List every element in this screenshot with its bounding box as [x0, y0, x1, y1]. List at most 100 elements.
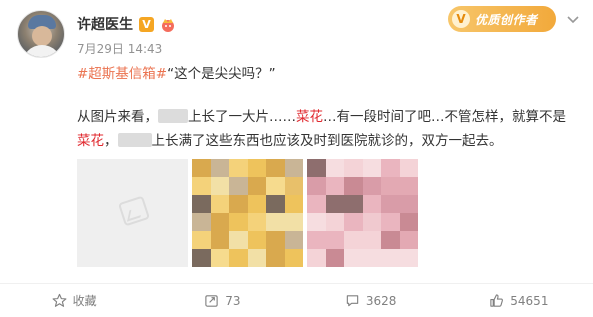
comment-button[interactable]: 3628 — [297, 284, 445, 317]
comment-count: 3628 — [365, 293, 397, 308]
verified-badge-icon: V — [139, 16, 154, 32]
mosaic-tile — [307, 249, 326, 267]
mosaic-tile — [344, 177, 363, 195]
image-thumbnail-mosaic[interactable] — [192, 159, 303, 267]
image-thumbnail[interactable] — [77, 159, 188, 267]
post-body-line-1: 从图片来看， 上长了一大片……菜花…有一段时间了吧…不管怎样，就算不是 — [77, 106, 577, 128]
mosaic-tile — [325, 195, 344, 213]
author-name[interactable]: 许超医生 — [77, 14, 133, 34]
favorite-label: 收藏 — [72, 294, 97, 308]
mosaic-tile — [344, 159, 363, 177]
mosaic-tile — [247, 249, 266, 267]
creator-badge: V 优质创作者 — [448, 6, 556, 32]
mosaic-tile — [210, 159, 229, 177]
image-thumbnail-mosaic[interactable] — [307, 159, 418, 267]
mosaic-tile — [284, 231, 303, 249]
mosaic-tile — [399, 159, 418, 177]
mosaic-tile — [381, 249, 400, 267]
body-text: 从图片来看， — [77, 109, 158, 125]
mosaic-tile — [192, 195, 211, 213]
mosaic-tile — [247, 231, 266, 249]
mosaic-tile — [344, 249, 363, 267]
mosaic-tile — [362, 249, 381, 267]
mosaic-tile — [362, 213, 381, 231]
repost-count: 73 — [225, 293, 241, 308]
mosaic-tile — [284, 195, 303, 213]
mosaic-tile — [266, 159, 285, 177]
mosaic-tile — [381, 159, 400, 177]
mosaic-tile — [192, 231, 211, 249]
avatar-coat — [22, 45, 62, 57]
mosaic-tile — [192, 213, 211, 231]
avatar[interactable] — [17, 10, 65, 58]
mosaic-tile — [344, 195, 363, 213]
mosaic-tile — [284, 177, 303, 195]
favorite-button[interactable]: 收藏 — [0, 284, 148, 317]
mosaic-tile — [192, 159, 211, 177]
mosaic-tile — [229, 159, 248, 177]
star-icon — [52, 293, 67, 308]
crown-icon — [160, 17, 176, 32]
censored-text — [117, 133, 152, 147]
mosaic-tile — [381, 231, 400, 249]
weibo-post-card: 许超医生 V 7月29日 14:43 V 优质创作者 #超斯基信箱#“这个是尖尖… — [0, 0, 593, 317]
post-body-line-2: 菜花， 上长满了这些东西也应该及时到医院就诊的，双方一起去。 — [77, 130, 577, 152]
body-text: …有一段时间了吧…不管怎样，就算不是 — [323, 109, 566, 125]
mosaic-tile — [362, 231, 381, 249]
like-count: 54651 — [510, 293, 549, 308]
mosaic-tile — [362, 177, 381, 195]
mosaic-tile — [325, 231, 344, 249]
mosaic-tile — [266, 213, 285, 231]
post-headline: #超斯基信箱#“这个是尖尖吗？” — [77, 63, 577, 85]
like-icon — [489, 293, 504, 308]
mosaic-tile — [210, 231, 229, 249]
mosaic-tile — [325, 177, 344, 195]
mosaic-tile — [325, 159, 344, 177]
body-text: 上长满了这些东西也应该及时到医院就诊的，双方一起去。 — [151, 133, 503, 149]
mosaic-tile — [284, 159, 303, 177]
mosaic-tile — [192, 177, 211, 195]
mosaic-tile — [284, 213, 303, 231]
avatar-face — [32, 26, 52, 46]
body-text: 上长了一大片…… — [188, 109, 296, 125]
mosaic-tile — [210, 249, 229, 267]
repost-icon — [204, 293, 219, 308]
chevron-down-icon[interactable] — [566, 12, 580, 26]
mosaic-tile — [247, 213, 266, 231]
topic-tag[interactable]: #超斯基信箱# — [77, 66, 167, 82]
like-button[interactable]: 54651 — [445, 284, 593, 317]
author-row: 许超医生 V — [77, 14, 176, 34]
mosaic-tile — [399, 231, 418, 249]
mosaic-tile — [247, 159, 266, 177]
highlight-text: 菜花 — [296, 109, 323, 125]
action-bar: 收藏 73 3628 54651 — [0, 284, 593, 317]
comment-icon — [345, 293, 360, 308]
mosaic-tile — [362, 159, 381, 177]
mosaic-tile — [344, 213, 363, 231]
repost-button[interactable]: 73 — [148, 284, 296, 317]
mosaic-tile — [381, 195, 400, 213]
mosaic-tile — [307, 177, 326, 195]
mosaic-tile — [399, 177, 418, 195]
mosaic-tile — [381, 177, 400, 195]
mosaic-tile — [192, 249, 211, 267]
mosaic-tile — [266, 177, 285, 195]
mosaic-tile — [266, 249, 285, 267]
mosaic-tile — [399, 213, 418, 231]
creator-badge-icon: V — [452, 10, 470, 28]
mosaic-tile — [307, 159, 326, 177]
mosaic-tile — [229, 177, 248, 195]
mosaic-tile — [381, 213, 400, 231]
mosaic-tile — [229, 231, 248, 249]
mosaic-tile — [362, 195, 381, 213]
mosaic-tile — [284, 249, 303, 267]
mosaic-tile — [399, 195, 418, 213]
censored-text — [158, 109, 188, 123]
mosaic-tile — [307, 195, 326, 213]
mosaic-tile — [266, 195, 285, 213]
mosaic-tile — [229, 249, 248, 267]
mosaic-tile — [229, 213, 248, 231]
mosaic-tile — [210, 195, 229, 213]
post-timestamp[interactable]: 7月29日 14:43 — [77, 40, 162, 57]
body-text: ， — [104, 133, 118, 149]
